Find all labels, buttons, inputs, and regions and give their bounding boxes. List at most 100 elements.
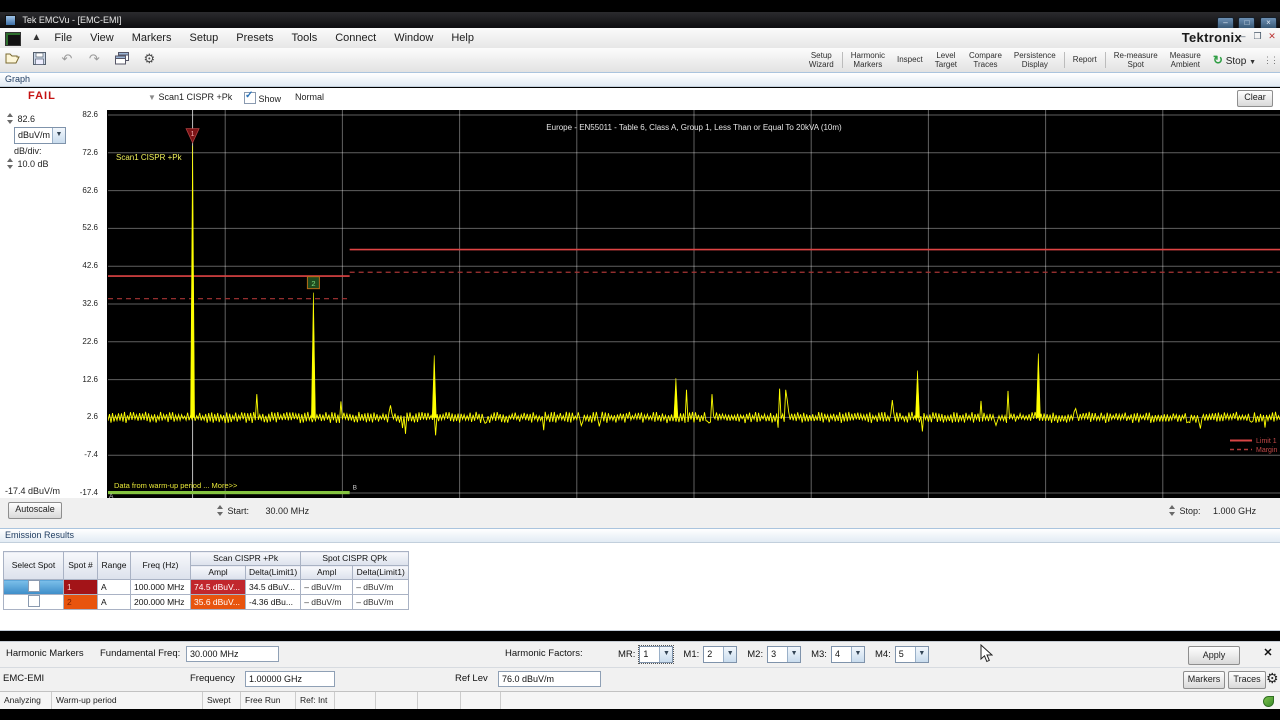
harmonic-markers-button[interactable]: Harmonic Markers	[845, 51, 891, 69]
col-freq[interactable]: Freq (Hz)	[130, 551, 191, 580]
compare-traces-button[interactable]: Compare Traces	[963, 51, 1008, 69]
fundamental-freq-input[interactable]	[186, 646, 279, 662]
eject-icon[interactable]: ▲	[31, 28, 41, 48]
level-target-button[interactable]: Level Target	[929, 51, 963, 69]
show-checkbox[interactable]	[244, 90, 256, 104]
ref-level-stepper[interactable]	[6, 112, 15, 124]
menu-connect[interactable]: Connect	[326, 28, 385, 48]
show-label: Show	[258, 94, 282, 104]
chevron-down-icon: ▼	[723, 647, 737, 662]
report-button[interactable]: Report	[1067, 55, 1103, 64]
menu-window[interactable]: Window	[385, 28, 442, 48]
factor-select-m4[interactable]: 5 ▼	[894, 646, 929, 663]
bottom-level-label: -17.4 dBuV/m	[5, 486, 61, 496]
mdi-restore-icon[interactable]: ❒	[1251, 31, 1263, 42]
open-file-icon[interactable]	[2, 49, 22, 69]
scan-delta-cell[interactable]: -4.36 dBu...	[244, 594, 302, 610]
col-spot-delta[interactable]: Delta(Limit1)	[352, 565, 410, 580]
frequency-input[interactable]	[245, 671, 335, 687]
results-area: Select Spot Spot # Range Freq (Hz) Scan CISP…	[0, 543, 1280, 631]
stop-freq-stepper[interactable]	[1168, 504, 1177, 516]
svg-text:Margin 1: Margin 1	[1256, 447, 1280, 454]
range-cell[interactable]: A	[97, 594, 131, 610]
ref-lev-input[interactable]	[498, 671, 601, 687]
factor-label-m4: M4:	[874, 649, 891, 660]
close-icon[interactable]: ✕	[1260, 646, 1276, 662]
instrument-icon[interactable]	[5, 32, 21, 46]
factor-select-mr[interactable]: 1 ▼	[638, 645, 675, 664]
col-range[interactable]: Range	[97, 551, 131, 580]
mdi-close-icon[interactable]: ✕	[1266, 31, 1278, 42]
spot-delta-cell[interactable]: – dBuV/m	[352, 594, 410, 610]
table-row[interactable]: 2 A 200.000 MHz 35.6 dBuV... -4.36 dBu... – d…	[3, 594, 410, 610]
col-spot-ampl[interactable]: Ampl	[300, 565, 354, 580]
windows-icon[interactable]	[112, 49, 132, 69]
select-spot-cell[interactable]	[3, 579, 64, 595]
col-group-spot[interactable]: Spot CISPR QPk	[300, 551, 410, 566]
col-select-spot[interactable]: Select Spot	[3, 551, 64, 580]
toolbar-grip[interactable]: ⋮⋮	[1262, 56, 1280, 65]
menu-view[interactable]: View	[81, 28, 123, 48]
redo-icon[interactable]: ↷	[84, 49, 104, 69]
trace-marker-1[interactable]: 1	[185, 128, 200, 144]
col-group-scan[interactable]: Scan CISPR +Pk	[189, 551, 302, 566]
scan-delta-cell[interactable]: 34.5 dBuV...	[244, 579, 302, 595]
select-spot-cell[interactable]	[3, 594, 64, 610]
autoscale-button[interactable]: Autoscale	[8, 502, 62, 519]
save-icon[interactable]	[29, 49, 49, 69]
mdi-minimize-icon[interactable]: –	[1237, 31, 1249, 41]
spot-ampl-cell[interactable]: – dBuV/m	[300, 594, 354, 610]
traces-button[interactable]: Traces	[1228, 671, 1266, 689]
col-scan-ampl[interactable]: Ampl	[190, 565, 246, 580]
apply-button[interactable]: Apply	[1188, 646, 1240, 665]
show-toggle[interactable]: Show	[244, 90, 282, 104]
spot-delta-cell[interactable]: – dBuV/m	[352, 579, 410, 595]
start-freq-stepper[interactable]	[216, 504, 225, 516]
col-scan-delta[interactable]: Delta(Limit1)	[244, 565, 302, 580]
spot-number-cell[interactable]: 1	[63, 579, 98, 595]
freq-cell[interactable]: 200.000 MHz	[130, 594, 191, 610]
clear-button[interactable]: Clear	[1237, 90, 1273, 107]
factor-select-m3[interactable]: 4 ▼	[830, 646, 865, 663]
markers-button[interactable]: Markers	[1183, 671, 1225, 689]
trace-selector[interactable]: ▼ Scan1 CISPR +Pk	[148, 92, 232, 102]
settings-icon[interactable]: ⚙	[139, 49, 159, 69]
freq-cell[interactable]: 100.000 MHz	[130, 579, 191, 595]
menu-setup[interactable]: Setup	[180, 28, 227, 48]
warmup-annotation[interactable]: Data from warm-up period ... More>>	[114, 481, 238, 490]
re-measure-spot-button[interactable]: Re-measure Spot	[1108, 51, 1164, 69]
inspect-button[interactable]: Inspect	[891, 55, 929, 64]
undo-icon[interactable]: ↶	[57, 49, 77, 69]
range-cell[interactable]: A	[97, 579, 131, 595]
table-row[interactable]: 1 A 100.000 MHz 74.5 dBuV... 34.5 dBuV... – d…	[3, 579, 410, 595]
frequency-label: Frequency	[190, 673, 235, 684]
menu-file[interactable]: File	[45, 28, 81, 48]
spot-ampl-cell[interactable]: – dBuV/m	[300, 579, 354, 595]
spot-checkbox[interactable]	[27, 580, 40, 592]
spot-checkbox[interactable]	[27, 595, 40, 607]
spot-number-cell[interactable]: 2	[63, 594, 98, 610]
stop-value[interactable]: 1.000 GHz	[1213, 506, 1256, 516]
trace-label: Scan1 CISPR +Pk	[116, 153, 183, 162]
setup-wizard-button[interactable]: Setup Wizard	[803, 51, 840, 69]
menu-presets[interactable]: Presets	[227, 28, 282, 48]
menu-tools[interactable]: Tools	[283, 28, 327, 48]
y-tick-label: 2.6	[86, 412, 98, 422]
spectrum-plot[interactable]: 1 2 Europe - EN55011 - Table 6, Class A, G…	[108, 110, 1280, 498]
trace-marker-2[interactable]: 2	[306, 276, 320, 290]
menu-markers[interactable]: Markers	[123, 28, 181, 48]
svg-text:1: 1	[191, 131, 195, 138]
persistence-display-button[interactable]: Persistence Display	[1008, 51, 1062, 69]
factor-select-m2[interactable]: 3 ▼	[767, 646, 802, 663]
scan-ampl-cell[interactable]: 35.6 dBuV...	[190, 594, 246, 610]
gear-icon[interactable]: ⚙	[1266, 670, 1279, 687]
start-value[interactable]: 30.00 MHz	[266, 506, 310, 516]
stop-button[interactable]: ↻ Stop ▼	[1207, 53, 1262, 67]
scan-ampl-cell[interactable]: 74.5 dBuV...	[190, 579, 246, 595]
factor-select-m1[interactable]: 2 ▼	[703, 646, 738, 663]
factor-value: 5	[898, 649, 904, 659]
menu-help[interactable]: Help	[442, 28, 483, 48]
measure-ambient-button[interactable]: Measure Ambient	[1164, 51, 1207, 69]
db-div-stepper[interactable]	[6, 157, 15, 169]
col-spot-number[interactable]: Spot #	[63, 551, 98, 580]
